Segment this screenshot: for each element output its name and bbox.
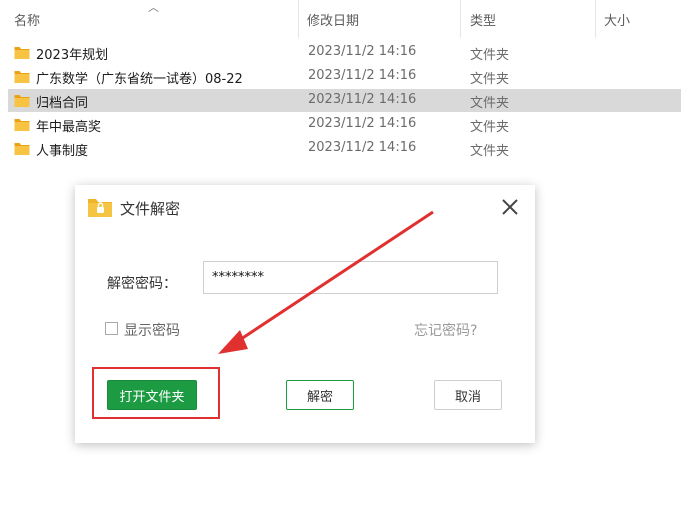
file-date: 2023/11/2 14:16 <box>308 116 417 131</box>
column-divider[interactable] <box>298 0 299 38</box>
dialog-title: 文件解密 <box>120 200 181 218</box>
file-row[interactable]: 年中最高奖 2023/11/2 14:16 文件夹 <box>8 113 681 136</box>
file-date: 2023/11/2 14:16 <box>308 140 417 155</box>
password-label: 解密密码： <box>107 276 177 292</box>
column-divider[interactable] <box>595 0 596 38</box>
file-row[interactable]: 人事制度 2023/11/2 14:16 文件夹 <box>8 137 681 160</box>
folder-icon <box>14 117 30 136</box>
column-size[interactable]: 大小 <box>604 10 630 29</box>
highlight-box <box>92 367 220 419</box>
file-name: 广东数学（广东省统一试卷）08-22 <box>36 72 243 87</box>
column-divider[interactable] <box>460 0 461 38</box>
cancel-button[interactable]: 取消 <box>434 380 502 410</box>
folder-icon <box>14 93 30 112</box>
column-type[interactable]: 类型 <box>470 10 496 29</box>
file-date: 2023/11/2 14:16 <box>308 68 417 83</box>
file-row[interactable]: 归档合同 2023/11/2 14:16 文件夹 <box>8 89 681 112</box>
close-icon[interactable] <box>500 197 520 217</box>
file-type: 文件夹 <box>470 144 510 159</box>
file-date: 2023/11/2 14:16 <box>308 92 417 107</box>
file-type: 文件夹 <box>470 120 510 135</box>
forgot-password-link[interactable]: 忘记密码? <box>414 320 477 340</box>
sort-up-arrow-icon: ︿ <box>148 1 159 14</box>
column-date[interactable]: 修改日期 <box>307 10 359 29</box>
file-name: 人事制度 <box>36 144 89 159</box>
show-password-checkbox[interactable] <box>105 322 118 335</box>
locked-folder-icon <box>87 195 113 223</box>
file-type: 文件夹 <box>470 72 510 87</box>
file-name: 2023年规划 <box>36 48 109 63</box>
decrypt-button[interactable]: 解密 <box>286 380 354 410</box>
file-type: 文件夹 <box>470 48 510 63</box>
file-row[interactable]: 2023年规划 2023/11/2 14:16 文件夹 <box>8 41 681 64</box>
folder-icon <box>14 45 30 64</box>
file-type: 文件夹 <box>470 96 510 111</box>
file-name: 年中最高奖 <box>36 120 102 135</box>
file-list-header: ︿ 名称 修改日期 类型 大小 <box>0 0 681 38</box>
folder-icon <box>14 69 30 88</box>
file-name: 归档合同 <box>36 96 89 111</box>
column-name[interactable]: 名称 <box>14 10 40 29</box>
show-password-label[interactable]: 显示密码 <box>124 320 180 340</box>
folder-icon <box>14 141 30 160</box>
password-input[interactable] <box>203 261 498 294</box>
file-date: 2023/11/2 14:16 <box>308 44 417 59</box>
file-row[interactable]: 广东数学（广东省统一试卷）08-22 2023/11/2 14:16 文件夹 <box>8 65 681 88</box>
